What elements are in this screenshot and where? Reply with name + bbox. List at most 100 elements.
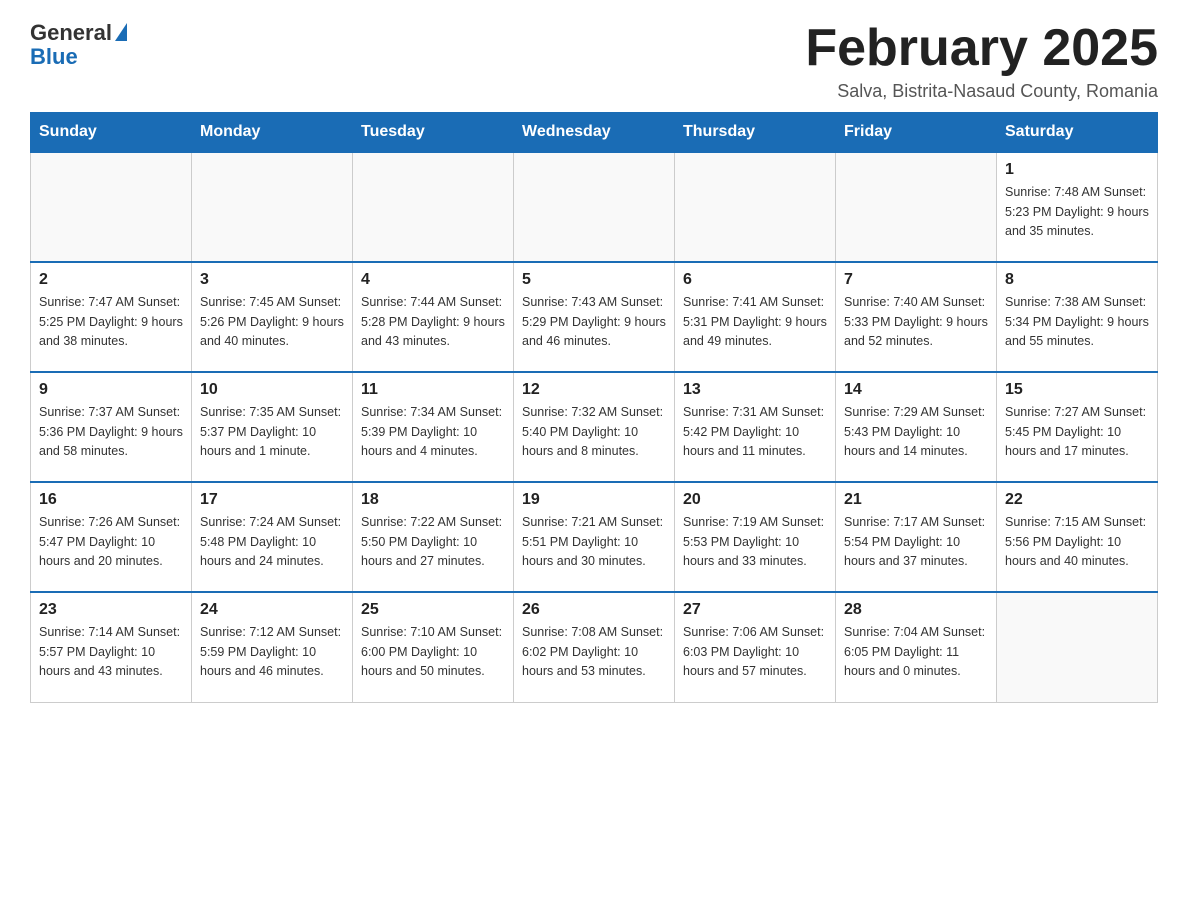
location-subtitle: Salva, Bistrita-Nasaud County, Romania — [805, 81, 1158, 102]
day-number: 14 — [844, 381, 988, 399]
calendar-cell: 12 Sunrise: 7:32 AM Sunset: 5:40 PM Dayli… — [514, 372, 675, 482]
day-info: Sunrise: 7:47 AM Sunset: 5:25 PM Dayligh… — [39, 293, 183, 351]
calendar-cell — [192, 152, 353, 262]
calendar-cell — [353, 152, 514, 262]
calendar-cell: 14 Sunrise: 7:29 AM Sunset: 5:43 PM Dayli… — [836, 372, 997, 482]
day-number: 4 — [361, 271, 505, 289]
day-number: 3 — [200, 271, 344, 289]
logo: General Blue — [30, 20, 127, 70]
column-header-sunday: Sunday — [31, 113, 192, 153]
calendar-cell: 10 Sunrise: 7:35 AM Sunset: 5:37 PM Dayli… — [192, 372, 353, 482]
calendar-cell: 6 Sunrise: 7:41 AM Sunset: 5:31 PM Daylig… — [675, 262, 836, 372]
day-number: 6 — [683, 271, 827, 289]
day-info: Sunrise: 7:48 AM Sunset: 5:23 PM Dayligh… — [1005, 183, 1149, 241]
day-info: Sunrise: 7:27 AM Sunset: 5:45 PM Dayligh… — [1005, 403, 1149, 461]
day-number: 10 — [200, 381, 344, 399]
calendar-cell: 20 Sunrise: 7:19 AM Sunset: 5:53 PM Dayli… — [675, 482, 836, 592]
day-info: Sunrise: 7:10 AM Sunset: 6:00 PM Dayligh… — [361, 623, 505, 681]
calendar-cell: 24 Sunrise: 7:12 AM Sunset: 5:59 PM Dayli… — [192, 592, 353, 702]
day-number: 12 — [522, 381, 666, 399]
day-number: 8 — [1005, 271, 1149, 289]
title-section: February 2025 Salva, Bistrita-Nasaud Cou… — [805, 20, 1158, 102]
column-header-thursday: Thursday — [675, 113, 836, 153]
column-header-saturday: Saturday — [997, 113, 1158, 153]
day-number: 11 — [361, 381, 505, 399]
calendar-week-row: 9 Sunrise: 7:37 AM Sunset: 5:36 PM Daylig… — [31, 372, 1158, 482]
column-header-monday: Monday — [192, 113, 353, 153]
day-number: 22 — [1005, 491, 1149, 509]
day-info: Sunrise: 7:24 AM Sunset: 5:48 PM Dayligh… — [200, 513, 344, 571]
day-info: Sunrise: 7:34 AM Sunset: 5:39 PM Dayligh… — [361, 403, 505, 461]
day-info: Sunrise: 7:38 AM Sunset: 5:34 PM Dayligh… — [1005, 293, 1149, 351]
day-number: 2 — [39, 271, 183, 289]
calendar-week-row: 16 Sunrise: 7:26 AM Sunset: 5:47 PM Dayli… — [31, 482, 1158, 592]
calendar-header-row: SundayMondayTuesdayWednesdayThursdayFrid… — [31, 113, 1158, 153]
day-info: Sunrise: 7:40 AM Sunset: 5:33 PM Dayligh… — [844, 293, 988, 351]
day-number: 20 — [683, 491, 827, 509]
day-number: 13 — [683, 381, 827, 399]
day-number: 15 — [1005, 381, 1149, 399]
calendar-cell — [675, 152, 836, 262]
calendar-cell: 22 Sunrise: 7:15 AM Sunset: 5:56 PM Dayli… — [997, 482, 1158, 592]
day-info: Sunrise: 7:37 AM Sunset: 5:36 PM Dayligh… — [39, 403, 183, 461]
calendar-cell: 25 Sunrise: 7:10 AM Sunset: 6:00 PM Dayli… — [353, 592, 514, 702]
column-header-tuesday: Tuesday — [353, 113, 514, 153]
column-header-friday: Friday — [836, 113, 997, 153]
day-number: 18 — [361, 491, 505, 509]
calendar-week-row: 23 Sunrise: 7:14 AM Sunset: 5:57 PM Dayli… — [31, 592, 1158, 702]
calendar-cell: 5 Sunrise: 7:43 AM Sunset: 5:29 PM Daylig… — [514, 262, 675, 372]
calendar-cell — [836, 152, 997, 262]
calendar-cell: 28Sunrise: 7:04 AM Sunset: 6:05 PM Dayli… — [836, 592, 997, 702]
calendar-cell: 16 Sunrise: 7:26 AM Sunset: 5:47 PM Dayli… — [31, 482, 192, 592]
calendar-cell: 9 Sunrise: 7:37 AM Sunset: 5:36 PM Daylig… — [31, 372, 192, 482]
day-info: Sunrise: 7:32 AM Sunset: 5:40 PM Dayligh… — [522, 403, 666, 461]
day-info: Sunrise: 7:45 AM Sunset: 5:26 PM Dayligh… — [200, 293, 344, 351]
calendar-cell — [514, 152, 675, 262]
day-number: 24 — [200, 601, 344, 619]
calendar-week-row: 1 Sunrise: 7:48 AM Sunset: 5:23 PM Daylig… — [31, 152, 1158, 262]
logo-general-text: General — [30, 20, 112, 46]
page-header: General Blue February 2025 Salva, Bistri… — [30, 20, 1158, 102]
day-number: 25 — [361, 601, 505, 619]
calendar-cell — [997, 592, 1158, 702]
calendar-week-row: 2 Sunrise: 7:47 AM Sunset: 5:25 PM Daylig… — [31, 262, 1158, 372]
calendar-cell: 8 Sunrise: 7:38 AM Sunset: 5:34 PM Daylig… — [997, 262, 1158, 372]
day-info: Sunrise: 7:35 AM Sunset: 5:37 PM Dayligh… — [200, 403, 344, 461]
day-info: Sunrise: 7:14 AM Sunset: 5:57 PM Dayligh… — [39, 623, 183, 681]
calendar-cell: 17Sunrise: 7:24 AM Sunset: 5:48 PM Dayli… — [192, 482, 353, 592]
day-number: 7 — [844, 271, 988, 289]
day-number: 27 — [683, 601, 827, 619]
day-info: Sunrise: 7:29 AM Sunset: 5:43 PM Dayligh… — [844, 403, 988, 461]
calendar-cell: 13Sunrise: 7:31 AM Sunset: 5:42 PM Dayli… — [675, 372, 836, 482]
day-number: 21 — [844, 491, 988, 509]
day-info: Sunrise: 7:43 AM Sunset: 5:29 PM Dayligh… — [522, 293, 666, 351]
day-info: Sunrise: 7:19 AM Sunset: 5:53 PM Dayligh… — [683, 513, 827, 571]
day-number: 1 — [1005, 161, 1149, 179]
day-number: 5 — [522, 271, 666, 289]
day-info: Sunrise: 7:17 AM Sunset: 5:54 PM Dayligh… — [844, 513, 988, 571]
day-info: Sunrise: 7:15 AM Sunset: 5:56 PM Dayligh… — [1005, 513, 1149, 571]
calendar-cell: 21 Sunrise: 7:17 AM Sunset: 5:54 PM Dayli… — [836, 482, 997, 592]
day-info: Sunrise: 7:12 AM Sunset: 5:59 PM Dayligh… — [200, 623, 344, 681]
calendar-cell: 19Sunrise: 7:21 AM Sunset: 5:51 PM Dayli… — [514, 482, 675, 592]
day-info: Sunrise: 7:04 AM Sunset: 6:05 PM Dayligh… — [844, 623, 988, 681]
day-number: 16 — [39, 491, 183, 509]
day-info: Sunrise: 7:08 AM Sunset: 6:02 PM Dayligh… — [522, 623, 666, 681]
day-info: Sunrise: 7:41 AM Sunset: 5:31 PM Dayligh… — [683, 293, 827, 351]
day-info: Sunrise: 7:21 AM Sunset: 5:51 PM Dayligh… — [522, 513, 666, 571]
day-number: 23 — [39, 601, 183, 619]
calendar-cell: 2 Sunrise: 7:47 AM Sunset: 5:25 PM Daylig… — [31, 262, 192, 372]
calendar-table: SundayMondayTuesdayWednesdayThursdayFrid… — [30, 112, 1158, 703]
day-info: Sunrise: 7:22 AM Sunset: 5:50 PM Dayligh… — [361, 513, 505, 571]
calendar-cell: 26Sunrise: 7:08 AM Sunset: 6:02 PM Dayli… — [514, 592, 675, 702]
day-number: 9 — [39, 381, 183, 399]
calendar-cell: 7 Sunrise: 7:40 AM Sunset: 5:33 PM Daylig… — [836, 262, 997, 372]
calendar-cell: 11 Sunrise: 7:34 AM Sunset: 5:39 PM Dayli… — [353, 372, 514, 482]
day-info: Sunrise: 7:26 AM Sunset: 5:47 PM Dayligh… — [39, 513, 183, 571]
column-header-wednesday: Wednesday — [514, 113, 675, 153]
logo-blue-text: Blue — [30, 44, 78, 70]
day-info: Sunrise: 7:44 AM Sunset: 5:28 PM Dayligh… — [361, 293, 505, 351]
calendar-cell: 4 Sunrise: 7:44 AM Sunset: 5:28 PM Daylig… — [353, 262, 514, 372]
day-info: Sunrise: 7:06 AM Sunset: 6:03 PM Dayligh… — [683, 623, 827, 681]
calendar-cell: 18 Sunrise: 7:22 AM Sunset: 5:50 PM Dayli… — [353, 482, 514, 592]
